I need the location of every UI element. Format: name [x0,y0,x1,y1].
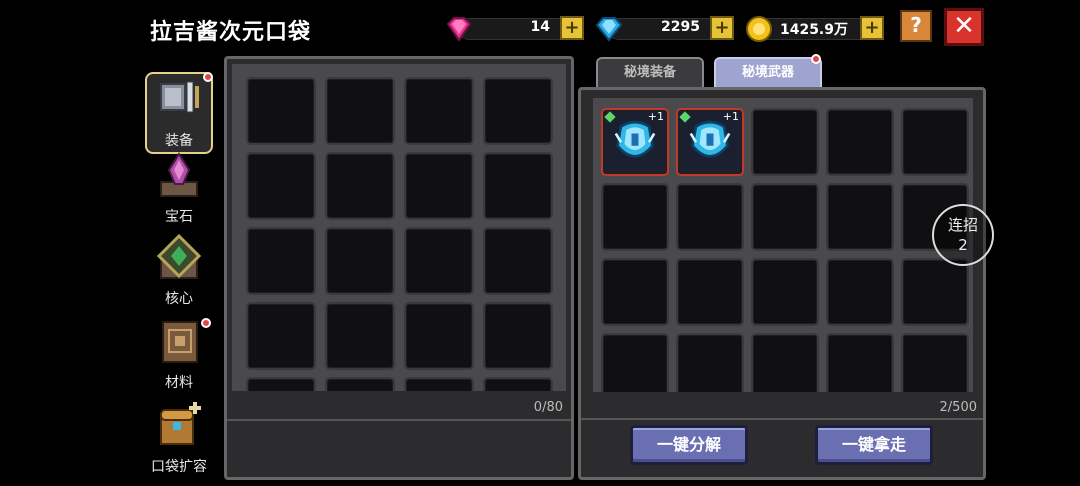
pocket-slot[interactable] [483,227,553,295]
weapon-slot[interactable] [826,108,894,176]
weapons-panel: +1 +1 2/500 [578,87,986,480]
take-all-button[interactable]: 一键拿走 [815,425,933,465]
divider [227,419,571,421]
pocket-slot[interactable] [246,302,316,370]
pocket-slot[interactable] [483,377,553,391]
weapon-slot[interactable] [676,183,744,251]
currency-value: 14 [530,19,550,35]
weapons-capacity: 2/500 [939,400,977,415]
chest-expand-icon [160,402,201,445]
weapon-slot[interactable] [601,333,669,392]
material-book-icon [162,321,198,363]
notification-dot [203,72,213,82]
crystal-weapon-icon [614,120,656,158]
pocket-slot[interactable] [246,227,316,295]
weapon-slot[interactable] [901,108,969,176]
pocket-slot[interactable] [404,77,474,145]
screen-edge-arc [0,10,12,130]
weapon-slot[interactable] [601,258,669,326]
weapon-slot[interactable]: +1 [676,108,744,176]
weapon-slot[interactable] [601,183,669,251]
pocket-slot[interactable] [246,377,316,391]
weapon-slot[interactable] [751,183,819,251]
currency-pink-gem: 14 + [444,14,586,44]
sidebar-item-equipment[interactable]: 装备 [145,72,213,154]
add-gold-button[interactable]: + [860,16,884,40]
pocket-slot[interactable] [483,77,553,145]
weapon-slot[interactable] [826,333,894,392]
pink-gem-icon [446,17,472,42]
armor-icon [160,81,199,113]
pocket-slot[interactable] [246,152,316,220]
sidebar-item-gems[interactable]: 宝石 [145,152,213,226]
sidebar-item-label: 装备 [165,133,193,149]
core-icon [156,233,202,279]
sidebar-item-label: 口袋扩容 [151,459,207,475]
add-diamond-button[interactable]: + [710,16,734,40]
divider [581,418,983,420]
sidebar-item-label: 材料 [165,375,193,391]
weapon-slot[interactable] [826,258,894,326]
help-button[interactable]: ? [900,10,932,42]
combo-counter[interactable]: 连招 2 [932,204,994,266]
notification-dot [201,318,211,328]
tab-secret-weapons[interactable]: 秘境武器 [714,57,822,87]
pocket-panel: 0/80 [224,56,574,480]
sidebar-item-materials[interactable]: 材料 [145,318,213,392]
sidebar-item-label: 核心 [165,291,193,307]
sidebar-item-frame: 装备 [145,72,213,154]
combo-label: 连招 [947,216,978,234]
pocket-slot[interactable] [325,227,395,295]
currency-blue-diamond: 2295 + [594,14,736,44]
pocket-slot[interactable] [325,152,395,220]
blue-diamond-icon [595,17,623,42]
weapon-slot[interactable]: +1 [601,108,669,176]
pocket-slot[interactable] [404,302,474,370]
sidebar-item-label: 宝石 [165,209,193,225]
currency-value: 1425.9万 [779,22,848,38]
close-button[interactable]: ✕ [944,8,984,46]
currency-gold-coin: 1425.9万 + [744,14,886,44]
sidebar-item-core[interactable]: 核心 [145,233,213,308]
weapon-slot[interactable] [901,333,969,392]
pocket-slot[interactable] [325,302,395,370]
pocket-slot[interactable] [404,377,474,391]
weapon-slot[interactable] [751,108,819,176]
weapon-slot[interactable] [751,333,819,392]
pocket-slot[interactable] [325,77,395,145]
pocket-slot[interactable] [483,302,553,370]
crystal-weapon-icon [689,120,731,158]
gem-crystal-icon [160,152,198,197]
add-pink-gem-button[interactable]: + [560,16,584,40]
weapon-slot[interactable] [901,258,969,326]
decompose-all-button[interactable]: 一键分解 [630,425,748,465]
notification-dot [811,54,821,64]
pocket-slot[interactable] [404,152,474,220]
currency-value: 2295 [661,19,700,35]
weapon-slot[interactable] [676,333,744,392]
pocket-capacity: 0/80 [533,400,563,415]
combo-value: 2 [958,236,968,254]
pocket-slot[interactable] [483,152,553,220]
tab-secret-equipment[interactable]: 秘境装备 [596,57,704,87]
weapon-slot[interactable] [676,258,744,326]
page-title: 拉吉酱次元口袋 [150,20,312,45]
gold-coin-icon [746,16,772,42]
pocket-slot[interactable] [246,77,316,145]
sidebar-item-expand-pocket[interactable]: 口袋扩容 [145,400,213,476]
weapons-grid[interactable]: +1 +1 [593,98,973,392]
pocket-slot[interactable] [325,377,395,391]
weapon-slot[interactable] [751,258,819,326]
weapon-slot[interactable] [826,183,894,251]
pocket-slot[interactable] [404,227,474,295]
pocket-grid[interactable] [232,64,566,391]
